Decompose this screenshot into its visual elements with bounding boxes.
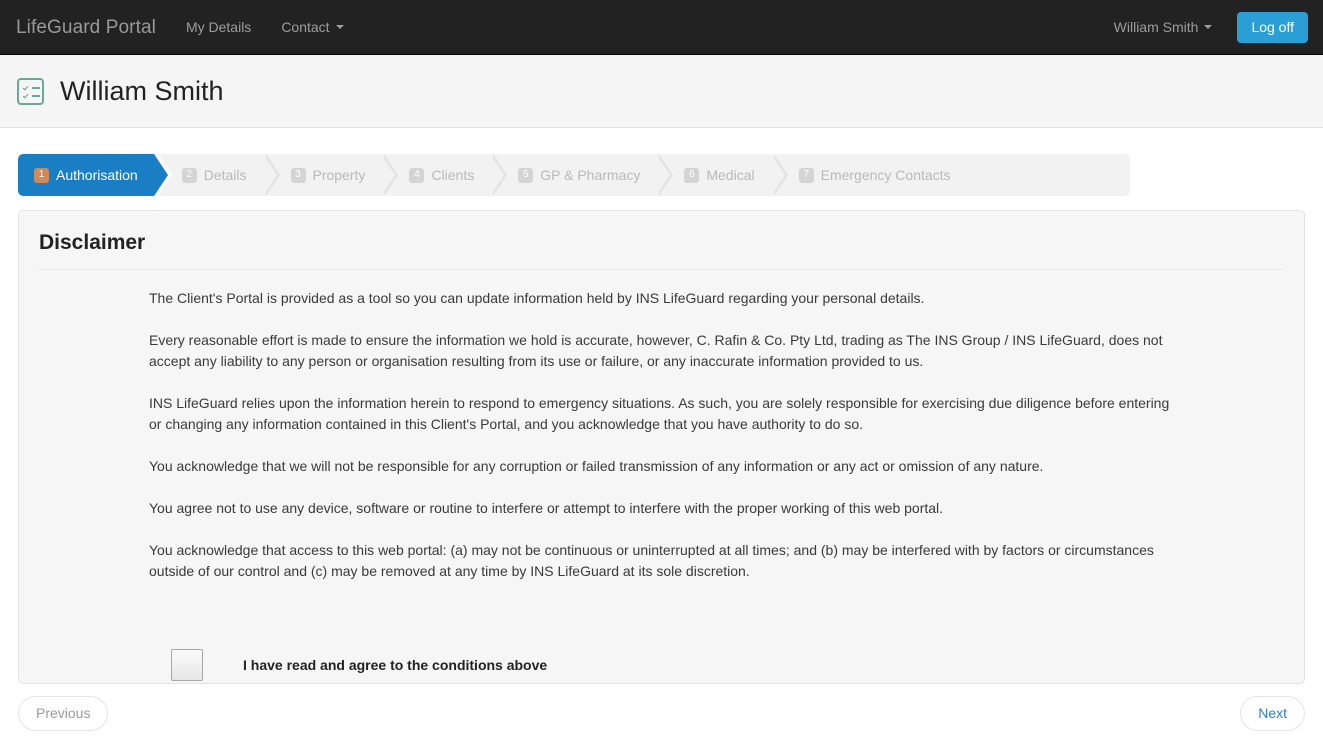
disclaimer-text: The Client's Portal is provided as a too… (39, 270, 1284, 681)
next-button[interactable]: Next (1240, 696, 1305, 731)
checklist-line (32, 86, 40, 89)
wizard-step-label: Clients (431, 167, 475, 183)
wizard-step-label: Emergency Contacts (820, 167, 951, 183)
step-number-badge: 3 (290, 167, 306, 183)
navbar-right: William Smith Log off (1099, 0, 1308, 55)
check-mark-icon (22, 84, 29, 90)
checklist-icon (17, 77, 44, 105)
chevron-down-icon (335, 25, 344, 29)
chevron-down-icon (1204, 25, 1213, 29)
wizard-wrapper: 1 Authorisation 2 Details 3 Property 4 C… (0, 128, 1323, 196)
step-number-badge: 4 (409, 167, 425, 183)
disclaimer-paragraph: You acknowledge that we will not be resp… (149, 458, 1044, 474)
disclaimer-panel: Disclaimer The Client's Portal is provid… (18, 210, 1305, 684)
step-wizard: 1 Authorisation 2 Details 3 Property 4 C… (18, 154, 1130, 196)
step-number-badge: 2 (181, 167, 197, 183)
nav-link-contact-label: Contact (281, 19, 330, 35)
user-menu[interactable]: William Smith (1099, 0, 1228, 55)
step-number-badge: 1 (34, 167, 49, 183)
step-number-badge: 5 (518, 167, 534, 183)
wizard-footer: Previous Next (18, 696, 1305, 736)
wizard-step-authorisation[interactable]: 1 Authorisation (18, 154, 172, 196)
top-navbar: LifeGuard Portal My Details Contact Will… (0, 0, 1323, 55)
brand-logo[interactable]: LifeGuard Portal (0, 18, 171, 37)
nav-link-contact[interactable]: Contact (266, 0, 358, 55)
nav-link-my-details[interactable]: My Details (171, 0, 266, 55)
checklist-line (32, 94, 40, 97)
wizard-step-label: Details (203, 167, 247, 183)
disclaimer-paragraph: You acknowledge that access to this web … (149, 542, 1154, 579)
check-mark-icon (22, 92, 29, 98)
page-title: William Smith (60, 76, 224, 106)
disclaimer-paragraph: INS LifeGuard relies upon the informatio… (149, 395, 1170, 432)
page-header: William Smith (0, 55, 1323, 128)
agree-checkbox-label[interactable]: I have read and agree to the conditions … (243, 657, 547, 673)
user-menu-label: William Smith (1113, 19, 1199, 35)
previous-button[interactable]: Previous (18, 696, 109, 731)
wizard-step-emergency-contacts[interactable]: 7 Emergency Contacts (770, 154, 967, 196)
wizard-step-label: Medical (706, 167, 755, 183)
agree-checkbox[interactable] (171, 649, 203, 681)
wizard-step-gp-pharmacy[interactable]: 5 GP & Pharmacy (490, 154, 674, 196)
wizard-step-medical[interactable]: 6 Medical (656, 154, 788, 196)
wizard-step-label: Authorisation (56, 167, 138, 183)
nav-link-my-details-label: My Details (185, 19, 252, 35)
panel-title: Disclaimer (39, 231, 1284, 270)
agree-row: I have read and agree to the conditions … (149, 649, 1284, 681)
nav-links: My Details Contact (171, 0, 359, 55)
wizard-step-label: GP & Pharmacy (540, 167, 641, 183)
wizard-step-property[interactable]: 3 Property (262, 154, 399, 196)
wizard-step-label: Property (312, 167, 366, 183)
disclaimer-paragraph: Every reasonable effort is made to ensur… (149, 332, 1163, 369)
disclaimer-paragraph: The Client's Portal is provided as a too… (149, 290, 925, 306)
log-off-button[interactable]: Log off (1237, 11, 1308, 43)
disclaimer-paragraph: You agree not to use any device, softwar… (149, 500, 944, 516)
step-number-badge: 6 (684, 167, 700, 183)
step-number-badge: 7 (798, 167, 814, 183)
